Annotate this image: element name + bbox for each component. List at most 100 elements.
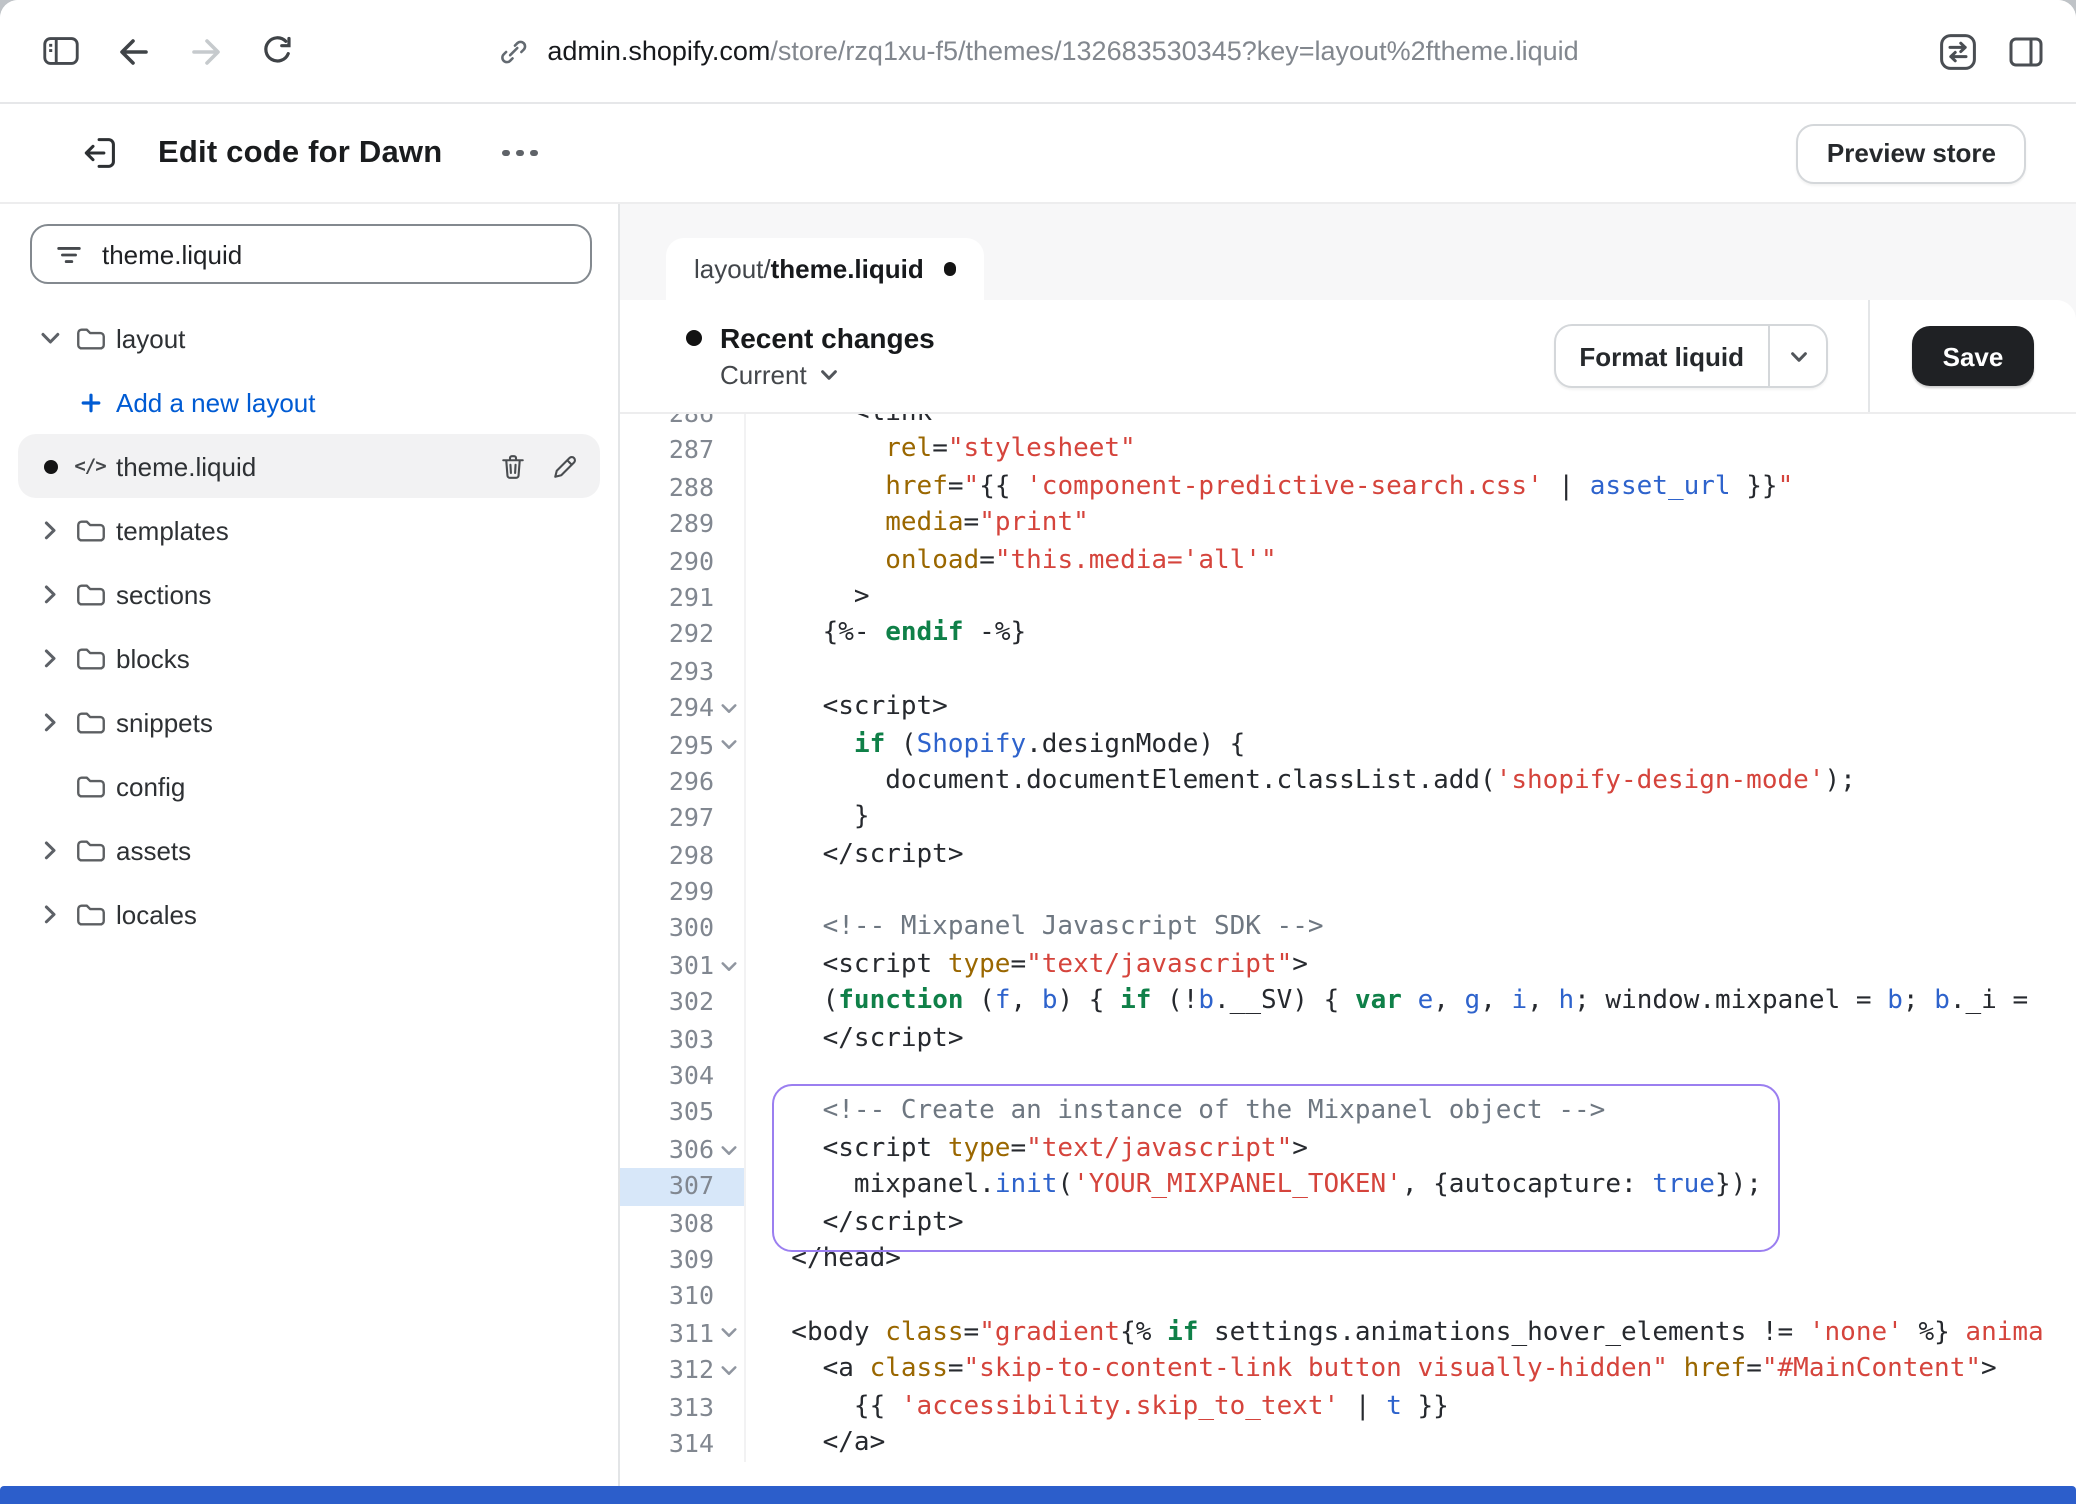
tab-theme-liquid[interactable]: layout/theme.liquid (666, 238, 985, 300)
code-line-314[interactable]: 314 </a> (620, 1426, 2076, 1463)
code-line-286[interactable]: 286 <link (620, 414, 2076, 433)
code-text[interactable]: mixpanel.init('YOUR_MIXPANEL_TOKEN', {au… (746, 1168, 2076, 1205)
code-line-298[interactable]: 298 </script> (620, 837, 2076, 874)
back-icon[interactable] (114, 31, 154, 71)
code-editor[interactable]: 286 <link287 rel="stylesheet"288 href="{… (620, 414, 2076, 1486)
code-text[interactable]: </script> (746, 837, 2076, 874)
chevron-right-icon[interactable] (30, 902, 70, 926)
code-text[interactable]: document.documentElement.classList.add('… (746, 764, 2076, 801)
code-line-287[interactable]: 287 rel="stylesheet" (620, 433, 2076, 470)
code-line-288[interactable]: 288 href="{{ 'component-predictive-searc… (620, 470, 2076, 507)
code-line-293[interactable]: 293 (620, 653, 2076, 690)
code-line-300[interactable]: 300 <!-- Mixpanel Javascript SDK --> (620, 911, 2076, 948)
exit-icon[interactable] (80, 132, 122, 174)
code-text[interactable]: rel="stylesheet" (746, 433, 2076, 470)
fold-icon[interactable] (714, 1352, 746, 1389)
address-bar[interactable]: admin.shopify.com/store/rzq1xu-f5/themes… (497, 0, 1578, 102)
rename-file-icon[interactable] (550, 451, 580, 481)
code-text[interactable]: {%- endif -%} (746, 617, 2076, 654)
code-text[interactable]: </a> (746, 1426, 2076, 1463)
code-text[interactable]: <body class="gradient{% if settings.anim… (746, 1316, 2076, 1353)
delete-file-icon[interactable] (498, 451, 528, 481)
code-line-297[interactable]: 297 } (620, 801, 2076, 838)
code-line-310[interactable]: 310 (620, 1279, 2076, 1316)
format-dropdown-icon[interactable] (1770, 326, 1826, 386)
sidebar-toggle-icon[interactable] (40, 30, 82, 72)
preview-store-button[interactable]: Preview store (1797, 123, 2026, 183)
tree-item-sections[interactable]: sections (18, 562, 600, 626)
chevron-right-icon[interactable] (30, 646, 70, 670)
code-text[interactable]: } (746, 801, 2076, 838)
code-text[interactable]: <script type="text/javascript"> (746, 1132, 2076, 1169)
code-text[interactable]: <script> (746, 690, 2076, 727)
fold-icon[interactable] (714, 690, 746, 727)
code-text[interactable]: <link (746, 414, 2076, 433)
code-text[interactable]: media="print" (746, 506, 2076, 543)
tree-item-config[interactable]: config (18, 754, 600, 818)
code-text[interactable]: (function (f, b) { if (!b.__SV) { var e,… (746, 985, 2076, 1022)
tree-item-add-a-new-layout[interactable]: Add a new layout (18, 370, 600, 434)
reload-icon[interactable] (258, 32, 296, 70)
extensions-icon[interactable] (1936, 29, 1980, 73)
code-line-305[interactable]: 305 <!-- Create an instance of the Mixpa… (620, 1095, 2076, 1132)
tree-item-locales[interactable]: locales (18, 882, 600, 946)
fold-icon[interactable] (714, 1316, 746, 1353)
chevron-down-icon[interactable] (30, 326, 70, 350)
code-text[interactable] (746, 653, 2076, 690)
more-options-button[interactable] (498, 138, 541, 169)
tree-item-snippets[interactable]: snippets (18, 690, 600, 754)
code-text[interactable] (746, 1279, 2076, 1316)
fold-icon[interactable] (714, 948, 746, 985)
code-text[interactable]: </script> (746, 1021, 2076, 1058)
code-line-312[interactable]: 312 <a class="skip-to-content-link butto… (620, 1352, 2076, 1389)
code-line-313[interactable]: 313 {{ 'accessibility.skip_to_text' | t … (620, 1389, 2076, 1426)
code-text[interactable]: if (Shopify.designMode) { (746, 727, 2076, 764)
code-line-311[interactable]: 311 <body class="gradient{% if settings.… (620, 1316, 2076, 1353)
code-line-303[interactable]: 303 </script> (620, 1021, 2076, 1058)
code-line-304[interactable]: 304 (620, 1058, 2076, 1095)
chevron-right-icon[interactable] (30, 518, 70, 542)
version-dropdown[interactable]: Current (720, 360, 935, 390)
code-line-301[interactable]: 301 <script type="text/javascript"> (620, 948, 2076, 985)
code-text[interactable]: {{ 'accessibility.skip_to_text' | t }} (746, 1389, 2076, 1426)
chevron-right-icon[interactable] (30, 710, 70, 734)
code-text[interactable]: </script> (746, 1205, 2076, 1242)
code-text[interactable]: <!-- Mixpanel Javascript SDK --> (746, 911, 2076, 948)
tree-item-templates[interactable]: templates (18, 498, 600, 562)
chevron-right-icon[interactable] (30, 582, 70, 606)
code-text[interactable] (746, 874, 2076, 911)
tree-item-blocks[interactable]: blocks (18, 626, 600, 690)
code-line-307[interactable]: 307 mixpanel.init('YOUR_MIXPANEL_TOKEN',… (620, 1168, 2076, 1205)
code-line-302[interactable]: 302 (function (f, b) { if (!b.__SV) { va… (620, 985, 2076, 1022)
code-text[interactable]: <script type="text/javascript"> (746, 948, 2076, 985)
split-view-icon[interactable] (2006, 31, 2046, 71)
code-line-296[interactable]: 296 document.documentElement.classList.a… (620, 764, 2076, 801)
fold-icon[interactable] (714, 727, 746, 764)
code-text[interactable]: > (746, 580, 2076, 617)
code-line-292[interactable]: 292 {%- endif -%} (620, 617, 2076, 654)
save-button[interactable]: Save (1913, 326, 2034, 386)
code-line-299[interactable]: 299 (620, 874, 2076, 911)
forward-icon[interactable] (186, 31, 226, 71)
tree-item-theme-liquid[interactable]: </>theme.liquid (18, 434, 600, 498)
code-line-290[interactable]: 290 onload="this.media='all'" (620, 543, 2076, 580)
code-line-306[interactable]: 306 <script type="text/javascript"> (620, 1132, 2076, 1169)
code-line-308[interactable]: 308 </script> (620, 1205, 2076, 1242)
format-liquid-button[interactable]: Format liquid (1553, 324, 1828, 388)
tree-item-layout[interactable]: layout (18, 306, 600, 370)
code-text[interactable]: href="{{ 'component-predictive-search.cs… (746, 470, 2076, 507)
code-text[interactable]: </head> (746, 1242, 2076, 1279)
code-text[interactable]: onload="this.media='all'" (746, 543, 2076, 580)
file-search-input[interactable]: theme.liquid (30, 224, 592, 284)
chevron-right-icon[interactable] (30, 838, 70, 862)
code-text[interactable]: <a class="skip-to-content-link button vi… (746, 1352, 2076, 1389)
tree-item-assets[interactable]: assets (18, 818, 600, 882)
code-line-291[interactable]: 291 > (620, 580, 2076, 617)
fold-icon[interactable] (714, 1132, 746, 1169)
code-line-295[interactable]: 295 if (Shopify.designMode) { (620, 727, 2076, 764)
code-line-289[interactable]: 289 media="print" (620, 506, 2076, 543)
code-line-294[interactable]: 294 <script> (620, 690, 2076, 727)
code-line-309[interactable]: 309 </head> (620, 1242, 2076, 1279)
code-text[interactable] (746, 1058, 2076, 1095)
code-text[interactable]: <!-- Create an instance of the Mixpanel … (746, 1095, 2076, 1132)
